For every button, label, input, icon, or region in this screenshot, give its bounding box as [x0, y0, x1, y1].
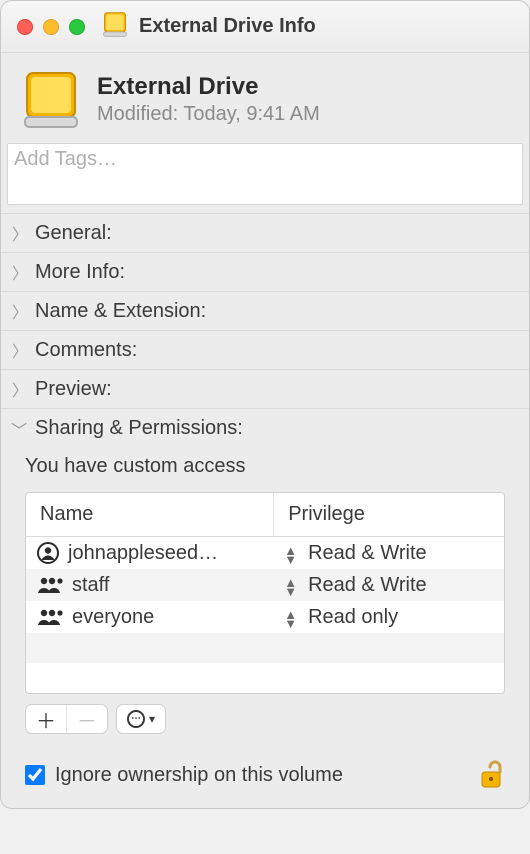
section-label: General: — [35, 222, 112, 245]
user-name: johnappleseed… — [68, 542, 218, 565]
privilege-value: Read & Write — [308, 542, 427, 565]
close-button[interactable] — [17, 19, 33, 35]
user-name: staff — [72, 574, 109, 597]
window-title: External Drive Info — [139, 15, 316, 38]
section-label: More Info: — [35, 261, 125, 284]
stepper-icon[interactable]: ▲▼ — [284, 608, 296, 626]
tags-placeholder: Add Tags… — [14, 148, 117, 170]
external-drive-icon — [101, 10, 129, 43]
privilege-value: Read only — [308, 606, 398, 629]
info-window: External Drive Info External Drive Modif… — [0, 0, 530, 809]
group-icon — [36, 573, 64, 597]
titlebar: External Drive Info — [1, 1, 529, 53]
remove-button[interactable]: － — [67, 705, 107, 733]
chevron-down-icon: ▾ — [149, 712, 155, 726]
sharing-body: You have custom access Name Privilege jo… — [1, 447, 529, 748]
section-label: Sharing & Permissions: — [35, 417, 243, 440]
ignore-ownership-row: Ignore ownership on this volume — [1, 748, 529, 808]
table-row[interactable]: staff ▲▼ Read & Write — [26, 569, 504, 601]
modified-line: Modified: Today, 9:41 AM — [97, 103, 320, 126]
summary-area: External Drive Modified: Today, 9:41 AM — [1, 53, 529, 143]
section-label: Name & Extension: — [35, 300, 206, 323]
table-header: Name Privilege — [26, 493, 504, 537]
chevron-down-icon: 〉 — [8, 423, 32, 437]
modified-label: Modified: — [97, 103, 178, 125]
column-header-name[interactable]: Name — [26, 493, 274, 536]
minimize-button[interactable] — [43, 19, 59, 35]
lock-open-icon[interactable] — [479, 760, 505, 790]
section-name-extension[interactable]: 〉 Name & Extension: — [1, 291, 529, 330]
chevron-right-icon: 〉 — [13, 377, 27, 401]
section-label: Preview: — [35, 378, 112, 401]
action-icon — [127, 710, 145, 728]
external-drive-icon — [19, 67, 83, 131]
table-footer-controls: ＋ － ▾ — [25, 704, 505, 734]
group-icon — [36, 605, 64, 629]
chevron-right-icon: 〉 — [13, 338, 27, 362]
action-menu-button[interactable]: ▾ — [116, 704, 166, 734]
user-name: everyone — [72, 606, 154, 629]
add-button[interactable]: ＋ — [26, 705, 67, 733]
ignore-ownership-checkbox[interactable] — [25, 765, 45, 785]
user-icon — [36, 541, 60, 565]
table-row — [26, 663, 504, 693]
tags-input[interactable]: Add Tags… — [7, 143, 523, 205]
stepper-icon[interactable]: ▲▼ — [284, 544, 296, 562]
add-remove-segment: ＋ － — [25, 704, 108, 734]
section-general[interactable]: 〉 General: — [1, 213, 529, 252]
access-text: You have custom access — [25, 455, 505, 478]
item-name: External Drive — [97, 73, 320, 101]
section-label: Comments: — [35, 339, 137, 362]
window-controls — [17, 19, 85, 35]
stepper-icon[interactable]: ▲▼ — [284, 576, 296, 594]
section-comments[interactable]: 〉 Comments: — [1, 330, 529, 369]
table-row[interactable]: johnappleseed… ▲▼ Read & Write — [26, 537, 504, 569]
section-preview[interactable]: 〉 Preview: — [1, 369, 529, 408]
chevron-right-icon: 〉 — [13, 260, 27, 284]
section-sharing-permissions[interactable]: 〉 Sharing & Permissions: — [1, 408, 529, 447]
permissions-table: Name Privilege johnappleseed… ▲▼ Read & … — [25, 492, 505, 694]
ignore-ownership-label: Ignore ownership on this volume — [55, 764, 343, 787]
section-more-info[interactable]: 〉 More Info: — [1, 252, 529, 291]
table-row — [26, 633, 504, 663]
privilege-value: Read & Write — [308, 574, 427, 597]
zoom-button[interactable] — [69, 19, 85, 35]
table-row[interactable]: everyone ▲▼ Read only — [26, 601, 504, 633]
chevron-right-icon: 〉 — [13, 299, 27, 323]
chevron-right-icon: 〉 — [13, 221, 27, 245]
column-header-privilege[interactable]: Privilege — [274, 493, 504, 536]
modified-value: Today, 9:41 AM — [183, 103, 319, 125]
